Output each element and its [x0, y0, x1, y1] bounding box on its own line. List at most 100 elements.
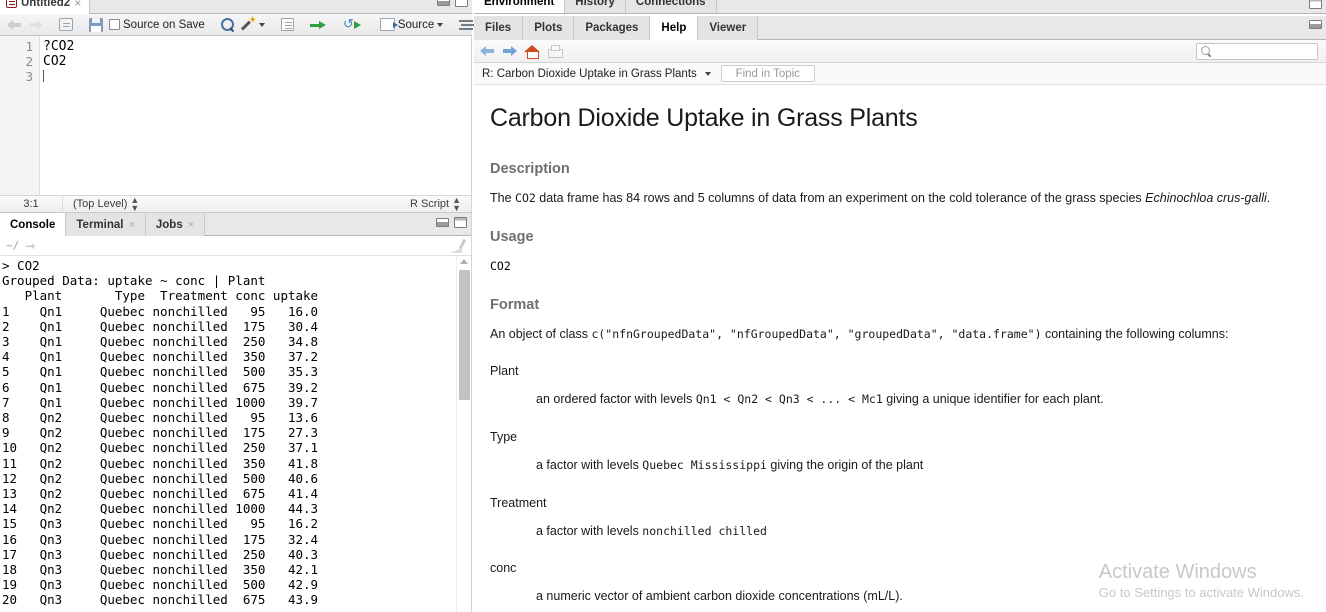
tab-connections[interactable]: Connections — [625, 0, 717, 13]
tab-label: Plots — [534, 22, 563, 34]
console-line: 6 Qn1 Quebec nonchilled 675 39.2 — [2, 379, 319, 395]
console-line: 15 Qn3 Quebec nonchilled 95 16.2 — [2, 516, 319, 532]
code-tools-button[interactable] — [238, 15, 268, 35]
maximize-icon[interactable] — [455, 0, 468, 7]
column-term: conc — [490, 561, 517, 576]
back-arrow-icon[interactable] — [480, 44, 495, 58]
console-tabstrip: Console Terminal × Jobs × — [0, 213, 471, 236]
help-search-box[interactable] — [1196, 43, 1318, 60]
help-tabstrip: Files Plots Packages Help Viewer — [474, 16, 1326, 40]
scrollbar-thumb[interactable] — [459, 270, 470, 400]
source-window-controls — [437, 0, 468, 7]
scope-selector[interactable]: (Top Level) ▲ ▼ — [63, 195, 149, 213]
close-icon[interactable]: × — [128, 217, 134, 233]
description-paragraph: The CO2 data frame has 84 rows and 5 col… — [490, 191, 1312, 207]
tab-environment[interactable]: Environment — [474, 0, 566, 13]
editor-text[interactable]: ?CO2 CO2 — [41, 36, 471, 195]
editor-gutter: 1 2 3 — [0, 36, 40, 195]
forward-arrow-icon — [28, 19, 43, 31]
code-line-with-cursor — [41, 69, 471, 84]
console-scrollbar[interactable] — [456, 256, 471, 612]
tab-viewer[interactable]: Viewer — [698, 16, 759, 40]
r-script-icon — [6, 0, 17, 8]
find-replace-button[interactable] — [218, 15, 238, 35]
find-in-topic-input[interactable]: Find in Topic — [720, 65, 815, 82]
rerun-button[interactable] — [341, 15, 367, 35]
tab-help[interactable]: Help — [650, 16, 699, 40]
forward-arrow-icon[interactable] — [502, 44, 517, 58]
format-pre: An object of class — [490, 326, 592, 341]
console-line: 18 Qn3 Quebec nonchilled 350 42.1 — [2, 562, 319, 578]
tab-console[interactable]: Console — [0, 213, 67, 236]
back-button[interactable] — [4, 15, 25, 35]
minimize-icon[interactable] — [436, 218, 449, 227]
minimize-icon[interactable] — [437, 0, 450, 6]
source-toolbar: Source on Save Source — [0, 14, 474, 36]
source-in-new-window-icon — [59, 18, 73, 31]
chevron-updown-icon: ▲ ▼ — [452, 195, 461, 213]
console-line: 5 Qn1 Quebec nonchilled 500 35.3 — [2, 364, 319, 380]
console-line: Grouped Data: uptake ~ conc | Plant — [2, 273, 266, 289]
console-line: 20 Qn3 Quebec nonchilled 675 43.9 — [2, 592, 319, 608]
checkbox-icon — [109, 19, 120, 30]
find-in-topic-label: Find in Topic — [735, 67, 800, 80]
close-icon[interactable]: × — [74, 0, 81, 10]
tab-packages[interactable]: Packages — [574, 16, 651, 40]
save-button[interactable] — [86, 15, 106, 35]
console-line: 19 Qn3 Quebec nonchilled 500 42.9 — [2, 577, 319, 593]
compile-report-button[interactable] — [278, 15, 297, 35]
line-number: 2 — [25, 54, 33, 70]
broom-clear-icon[interactable] — [449, 239, 464, 253]
home-icon[interactable] — [524, 44, 540, 59]
source-on-save-checkbox[interactable]: Source on Save — [106, 15, 208, 35]
source-button[interactable]: Source — [377, 15, 446, 35]
desc-post: . — [1266, 191, 1271, 205]
file-type-selector[interactable]: R Script ▲ ▼ — [400, 195, 471, 213]
section-heading-usage: Usage — [490, 228, 534, 245]
usage-code: CO2 — [490, 258, 511, 273]
tab-files[interactable]: Files — [474, 16, 524, 40]
run-button[interactable] — [307, 15, 331, 35]
tab-jobs[interactable]: Jobs × — [145, 213, 206, 236]
maximize-icon[interactable] — [454, 217, 467, 228]
column-entry-conc: conc a numeric vector of ambient carbon … — [490, 561, 1312, 605]
console-line: 3 Qn1 Quebec nonchilled 250 34.8 — [2, 334, 319, 350]
def-post: giving the origin of the plant — [766, 457, 924, 472]
search-icon — [1201, 46, 1212, 57]
document-outline-icon — [459, 19, 474, 31]
topic-selector[interactable]: R: Carbon Dioxide Uptake in Grass Plants — [482, 68, 711, 80]
open-in-new-window-icon[interactable]: ⇝ — [25, 239, 35, 253]
console-line: 17 Qn3 Quebec nonchilled 250 40.3 — [2, 546, 319, 562]
console-line: 2 Qn1 Quebec nonchilled 175 30.4 — [2, 318, 319, 334]
def-code: Qn1 < Qn2 < Qn3 < ... < Mc1 — [695, 392, 883, 407]
minimize-icon[interactable] — [1309, 20, 1322, 29]
chevron-updown-icon: ▲ ▼ — [130, 195, 140, 213]
r-console-path-icon: ~/ — [6, 239, 20, 252]
text-cursor — [43, 70, 44, 83]
tab-label: Jobs — [155, 218, 183, 231]
tab-terminal[interactable]: Terminal × — [66, 213, 146, 236]
chevron-down-icon — [704, 71, 711, 76]
help-search-input[interactable] — [1212, 45, 1308, 58]
source-tab-untitled2[interactable]: Untitled2 × — [0, 0, 91, 14]
console-line: 1 Qn1 Quebec nonchilled 95 16.0 — [2, 303, 319, 319]
code-tools-icon — [241, 15, 256, 32]
tab-history[interactable]: History — [565, 0, 626, 13]
forward-button[interactable] — [25, 15, 46, 35]
code-editor[interactable]: 1 2 3 ?CO2 CO2 — [0, 36, 472, 195]
print-icon[interactable] — [547, 44, 563, 58]
def-pre: a factor with levels — [536, 523, 643, 538]
code-line: CO2 — [43, 54, 67, 70]
line-number: 3 — [25, 69, 33, 85]
page-title: Carbon Dioxide Uptake in Grass Plants — [490, 104, 918, 132]
show-in-new-window-button[interactable] — [56, 15, 76, 35]
def-pre: a factor with levels — [536, 457, 643, 472]
run-icon — [309, 19, 328, 31]
console-line: 7 Qn1 Quebec nonchilled 1000 39.7 — [2, 394, 319, 410]
scroll-up-arrow-icon[interactable] — [460, 259, 468, 264]
maximize-icon[interactable] — [1309, 0, 1322, 9]
console-line: > CO2 — [2, 258, 40, 273]
tab-label: Viewer — [709, 22, 747, 34]
tab-plots[interactable]: Plots — [523, 16, 575, 40]
close-icon[interactable]: × — [188, 217, 194, 233]
